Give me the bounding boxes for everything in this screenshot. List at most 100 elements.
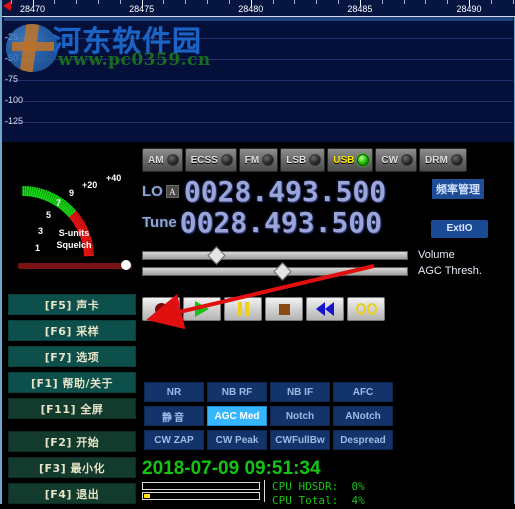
s-meter-tick bbox=[84, 250, 94, 251]
lo-frequency-row: LO A 0028.493.500 bbox=[142, 175, 386, 208]
s-meter-squelch-label: Squelch bbox=[56, 240, 91, 250]
dsp-button-cwfullbw[interactable]: CWFullBw bbox=[270, 430, 330, 450]
volume-slider[interactable] bbox=[142, 251, 408, 260]
level-meter-bottom bbox=[142, 492, 260, 500]
dsp-button-anotch[interactable]: ANotch bbox=[333, 406, 393, 426]
freq-tick-minor bbox=[447, 0, 448, 4]
freq-tick-label: 28480 bbox=[238, 4, 263, 14]
hdsdr-window: 2847028475284802848528490 -25-50-75-100-… bbox=[0, 0, 515, 504]
spectrum-y-label: -75 bbox=[5, 74, 18, 84]
agc-threshold-slider-knob[interactable] bbox=[273, 262, 291, 280]
mode-button-ecss[interactable]: ECSS bbox=[185, 148, 237, 172]
s-meter-tick-7: 7 bbox=[56, 198, 61, 208]
sidebar-item-help-about[interactable]: [F1] 帮助/关于 bbox=[8, 372, 136, 393]
mode-button-label: AM bbox=[148, 155, 164, 166]
dsp-button-label: Notch bbox=[286, 411, 314, 422]
tune-frequency-value[interactable]: 0028.493.500 bbox=[180, 206, 382, 239]
mode-button-fm[interactable]: FM bbox=[239, 148, 278, 172]
status-divider bbox=[264, 480, 265, 502]
spectrum-gridline bbox=[4, 38, 513, 39]
agc-threshold-slider[interactable] bbox=[142, 267, 408, 276]
record-button[interactable] bbox=[142, 297, 180, 321]
watermark: 河东软件园 www.pc0359.cn bbox=[6, 14, 236, 72]
mode-button-am[interactable]: AM bbox=[142, 148, 183, 172]
mode-led-icon bbox=[451, 154, 463, 166]
freq-tick-minor bbox=[163, 0, 164, 4]
frequency-scale[interactable]: 2847028475284802848528490 bbox=[2, 0, 515, 17]
dsp-button-despread[interactable]: Despread bbox=[333, 430, 393, 450]
mode-button-label: ECSS bbox=[191, 155, 218, 166]
dsp-button-nb-if[interactable]: NB IF bbox=[270, 382, 330, 402]
sidebar-item-sampling[interactable]: [F6] 采样 bbox=[8, 320, 136, 341]
dsp-button-label: NB RF bbox=[222, 387, 253, 398]
mode-button-cw[interactable]: CW bbox=[375, 148, 417, 172]
sidebar-item-start[interactable]: [F2] 开始 bbox=[8, 431, 136, 452]
mode-button-drm[interactable]: DRM bbox=[419, 148, 467, 172]
lo-lock-badge-icon[interactable]: A bbox=[166, 185, 179, 198]
volume-slider-track[interactable] bbox=[142, 251, 408, 260]
dsp-button-nr[interactable]: NR bbox=[144, 382, 204, 402]
pause-button[interactable] bbox=[224, 297, 262, 321]
sidebar-item-minimize[interactable]: [F3] 最小化 bbox=[8, 457, 136, 478]
extio-button[interactable]: ExtIO bbox=[431, 220, 488, 238]
dsp-button-agc-med[interactable]: AGC Med bbox=[207, 406, 267, 426]
loop-button[interactable] bbox=[347, 297, 385, 321]
sidebar-item-fullscreen[interactable]: [F11] 全屏 bbox=[8, 398, 136, 419]
squelch-slider-knob[interactable] bbox=[121, 260, 131, 270]
mode-led-icon bbox=[167, 154, 179, 166]
tune-frequency-row: Tune 0028.493.500 bbox=[142, 206, 382, 239]
level-meter-top bbox=[142, 482, 260, 490]
freq-tick-label: 28475 bbox=[129, 4, 154, 14]
dsp-button-label: CW Peak bbox=[216, 435, 259, 446]
dsp-button-cw-peak[interactable]: CW Peak bbox=[207, 430, 267, 450]
squelch-slider[interactable] bbox=[18, 263, 132, 269]
s-meter-tick bbox=[31, 187, 33, 197]
function-key-sidebar: [F5] 声卡 [F6] 采样 [F7] 选项 [F1] 帮助/关于 [F11] 全屏 [… bbox=[8, 294, 136, 509]
freq-tick-minor bbox=[185, 0, 186, 4]
dsp-button-label: Despread bbox=[340, 435, 386, 446]
spectrum-gridline bbox=[4, 80, 513, 81]
sidebar-item-label: [F7] 选项 bbox=[45, 349, 100, 365]
dsp-button-cw-zap[interactable]: CW ZAP bbox=[144, 430, 204, 450]
sidebar-item-label: [F5] 声卡 bbox=[45, 297, 100, 313]
dsp-button-afc[interactable]: AFC bbox=[333, 382, 393, 402]
freq-tick-minor bbox=[513, 0, 514, 4]
freq-tick-label: 28485 bbox=[347, 4, 372, 14]
lo-frequency-value[interactable]: 0028.493.500 bbox=[184, 175, 386, 208]
mode-button-lsb[interactable]: LSB bbox=[280, 148, 325, 172]
volume-slider-knob[interactable] bbox=[208, 246, 226, 264]
stop-button[interactable] bbox=[265, 297, 303, 321]
dsp-button-nb-rf[interactable]: NB RF bbox=[207, 382, 267, 402]
noise-floor-trace bbox=[4, 17, 513, 21]
mode-button-usb[interactable]: USB bbox=[327, 148, 373, 172]
transport-controls bbox=[142, 297, 385, 321]
mode-led-icon bbox=[401, 154, 413, 166]
play-button[interactable] bbox=[183, 297, 221, 321]
mode-led-icon bbox=[309, 154, 321, 166]
dsp-button-notch[interactable]: Notch bbox=[270, 406, 330, 426]
sidebar-item-soundcard[interactable]: [F5] 声卡 bbox=[8, 294, 136, 315]
freq-tick-minor bbox=[54, 0, 55, 4]
loop-icon bbox=[356, 303, 377, 315]
freq-tick-minor bbox=[207, 0, 208, 4]
sidebar-item-exit[interactable]: [F4] 退出 bbox=[8, 483, 136, 504]
level-meters bbox=[142, 482, 260, 502]
frequency-manager-button[interactable]: 频率管理 bbox=[432, 179, 484, 199]
s-meter-units-label: S-units bbox=[59, 228, 90, 238]
s-meter-tick bbox=[25, 186, 26, 196]
agc-threshold-label: AGC Thresh. bbox=[418, 265, 482, 277]
spectrum-y-label: -25 bbox=[5, 32, 18, 42]
dsp-button-[interactable]: 静音 bbox=[144, 406, 204, 426]
cpu-hdsdr-text: CPU HDSDR: 0% bbox=[272, 480, 365, 493]
freq-tick-minor bbox=[11, 0, 12, 4]
mode-button-label: CW bbox=[381, 155, 398, 166]
freq-tick-minor bbox=[120, 0, 121, 4]
sidebar-item-options[interactable]: [F7] 选项 bbox=[8, 346, 136, 367]
mode-led-icon bbox=[262, 154, 274, 166]
freq-tick-minor bbox=[338, 0, 339, 4]
spectrum-display[interactable]: 2847028475284802848528490 -25-50-75-100-… bbox=[0, 0, 515, 142]
rewind-button[interactable] bbox=[306, 297, 344, 321]
s-meter-tick-1: 1 bbox=[35, 243, 40, 253]
spectrum-y-label: -100 bbox=[5, 95, 23, 105]
mode-led-icon bbox=[221, 154, 233, 166]
